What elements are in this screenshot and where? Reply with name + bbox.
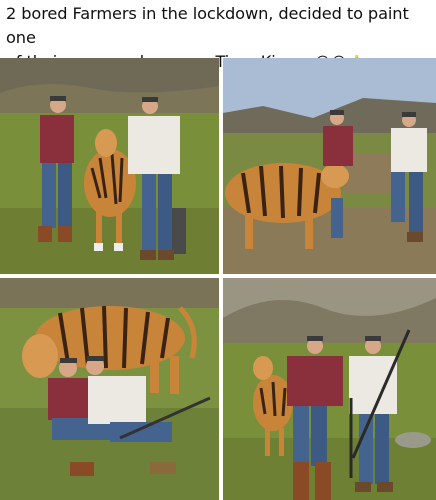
photo-4-field-calf[interactable] — [223, 278, 436, 500]
photo-4-image — [223, 278, 436, 500]
photo-3-field-sitting[interactable] — [0, 278, 219, 500]
photo-1-image — [0, 58, 219, 274]
photo-2-yard-standing[interactable] — [223, 58, 436, 274]
photo-grid — [0, 58, 436, 500]
caption-line-1: 2 bored Farmers in the lockdown, decided… — [6, 4, 409, 47]
photo-3-image — [0, 278, 219, 500]
photo-2-image — [223, 58, 436, 274]
photo-1-field-standing[interactable] — [0, 58, 219, 274]
